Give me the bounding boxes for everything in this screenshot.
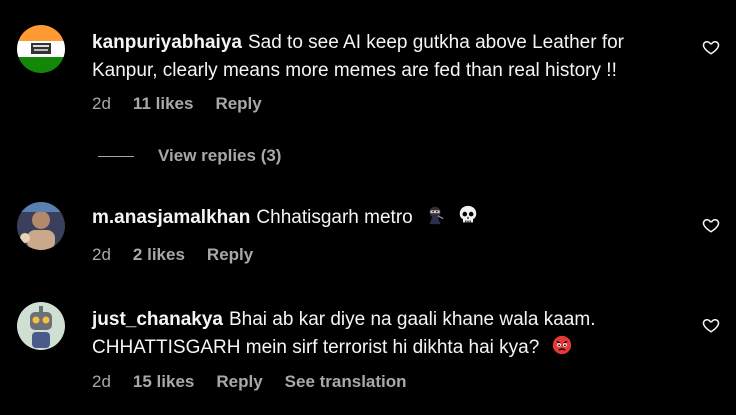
comment-text: m.anasjamalkhan Chhatisgarh metro <box>92 204 666 232</box>
timestamp: 2d <box>92 372 111 391</box>
comment-meta: 2d 15 likes Reply See translation <box>92 372 429 392</box>
avatar[interactable] <box>17 202 65 250</box>
like-heart-button[interactable] <box>702 216 720 234</box>
heart-icon <box>702 218 720 233</box>
like-heart-button[interactable] <box>702 38 720 56</box>
user-photo-avatar-icon <box>17 202 65 250</box>
timestamp: 2d <box>92 245 111 264</box>
reply-button[interactable]: Reply <box>207 245 253 265</box>
like-heart-button[interactable] <box>702 316 720 334</box>
comment-body: Chhatisgarh metro <box>256 207 413 228</box>
likes-count[interactable]: 11 likes <box>133 94 194 114</box>
comment-meta: 2d 11 likes Reply <box>92 94 284 114</box>
skull-emoji-icon <box>457 204 479 226</box>
angry-face-emoji-icon <box>551 334 573 356</box>
likes-count[interactable]: 2 likes <box>133 245 185 265</box>
comment-text: just_chanakya Bhai ab kar diye na gaali k… <box>92 306 666 362</box>
heart-icon <box>702 318 720 333</box>
ninja-emoji-icon <box>424 204 446 226</box>
username[interactable]: kanpuriyabhaiya <box>92 32 242 53</box>
timestamp: 2d <box>92 94 111 113</box>
avatar[interactable] <box>17 302 65 350</box>
username[interactable]: just_chanakya <box>92 309 223 330</box>
avatar[interactable] <box>17 25 65 73</box>
heart-icon <box>702 40 720 55</box>
likes-count[interactable]: 15 likes <box>133 372 194 392</box>
robot-avatar-icon <box>17 302 65 350</box>
divider <box>98 155 134 157</box>
reply-button[interactable]: Reply <box>215 94 261 114</box>
india-flag-avatar-icon <box>17 25 65 73</box>
reply-button[interactable]: Reply <box>216 372 262 392</box>
view-replies-button[interactable]: View replies (3) <box>158 146 281 166</box>
see-translation-button[interactable]: See translation <box>285 372 407 392</box>
view-replies[interactable]: View replies (3) <box>98 146 281 166</box>
comment-meta: 2d 2 likes Reply <box>92 245 275 265</box>
comment-text: kanpuriyabhaiya Sad to see AI keep gutkha… <box>92 29 666 85</box>
username[interactable]: m.anasjamalkhan <box>92 207 250 228</box>
